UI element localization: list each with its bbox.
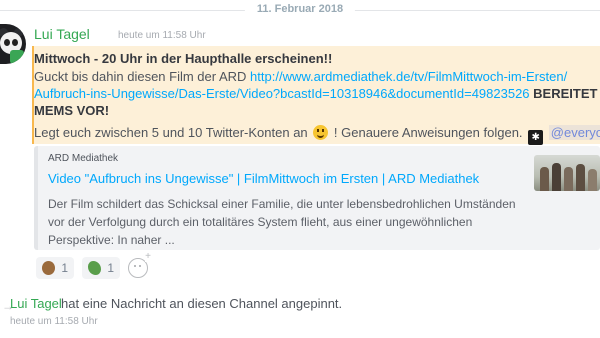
avatar-eye-left: [4, 39, 10, 46]
embed-provider[interactable]: ARD Mediathek: [48, 153, 118, 164]
link-embed: ARD Mediathek Video "Aufbruch ins Ungewi…: [34, 146, 600, 250]
thumb-figure: [588, 169, 597, 191]
avatar-bamboo: [10, 50, 24, 64]
film-link-part-2[interactable]: Aufbruch-ins-Ungewisse/Das-Erste/Video?b…: [34, 86, 530, 101]
pin-notice-text: hat eine Nachricht an diesen Channel ang…: [61, 296, 343, 311]
bear-emoji-icon: [42, 261, 56, 275]
thumb-figure: [576, 164, 585, 191]
embed-thumbnail[interactable]: [534, 155, 600, 191]
everyone-mention[interactable]: @everyone: [548, 125, 600, 140]
film-link-part-1[interactable]: http://www.ardmediathek.de/tv/FilmMittwo…: [250, 69, 567, 84]
message-line-1: Mittwoch - 20 Uhr in der Haupthalle ersc…: [34, 51, 333, 66]
reaction-count: 1: [61, 261, 68, 275]
reaction-pepe[interactable]: 1: [82, 257, 120, 279]
embed-description: Der Film schildert das Schicksal einer F…: [48, 197, 516, 247]
date-divider-text: 11. Februar 2018: [244, 3, 356, 15]
bluetooth-emoji-icon[interactable]: ✱: [528, 130, 544, 145]
thumb-figure: [552, 163, 561, 191]
message-timestamp: heute um 11:58 Uhr: [118, 30, 206, 41]
message-bold-text: BEREITET: [529, 86, 598, 101]
message-text: Guckt bis dahin diesen Film der ARD: [34, 69, 251, 84]
message-line-3: Aufbruch-ins-Ungewisse/Das-Erste/Video?b…: [34, 86, 597, 101]
pepe-frog-emoji-icon: [88, 261, 102, 275]
add-reaction-icon[interactable]: [128, 252, 151, 278]
pin-timestamp: heute um 11:58 Uhr: [10, 316, 98, 327]
message-line-4: MEMS VOR!: [34, 103, 110, 118]
message-line-5: Legt euch zwischen 5 und 10 Twitter-Kont…: [34, 125, 600, 145]
message-text: Legt euch zwischen 5 und 10 Twitter-Kont…: [34, 125, 312, 140]
reaction-bear[interactable]: 1: [36, 257, 74, 279]
user-avatar[interactable]: [0, 24, 26, 64]
thumb-figure: [564, 167, 573, 191]
thumb-figure: [540, 167, 549, 191]
pin-username[interactable]: Lui Tagel: [10, 296, 62, 311]
message-username[interactable]: Lui Tagel: [34, 26, 90, 42]
reaction-count: 1: [107, 261, 114, 275]
embed-title[interactable]: Video "Aufbruch ins Ungewisse" | FilmMit…: [48, 171, 479, 186]
avatar-eye-right: [12, 39, 18, 46]
message-text: ! Genauere Anweisungen folgen.: [330, 125, 527, 140]
date-divider: 11. Februar 2018: [0, 0, 600, 22]
message-line-2: Guckt bis dahin diesen Film der ARD http…: [34, 69, 567, 84]
smiley-emoji-icon[interactable]: [313, 125, 329, 140]
